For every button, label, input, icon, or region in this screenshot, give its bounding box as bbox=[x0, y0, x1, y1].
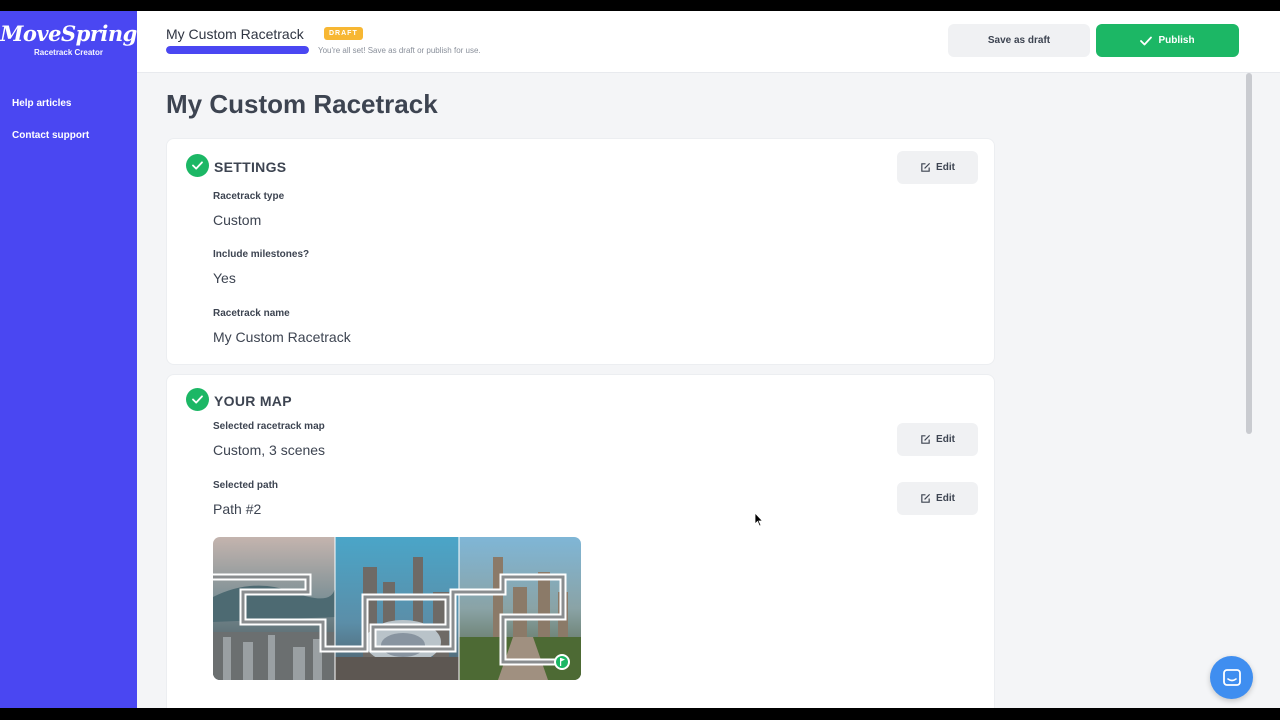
settings-card: SETTINGS Edit Racetrack type Custom Incl… bbox=[166, 138, 995, 365]
edit-label: Edit bbox=[936, 162, 955, 173]
progress-bar bbox=[166, 46, 309, 54]
sidebar: MoveSpring Racetrack Creator Help articl… bbox=[0, 11, 137, 708]
publish-button[interactable]: Publish bbox=[1096, 24, 1239, 57]
logo-subtitle: Racetrack Creator bbox=[34, 48, 103, 57]
field-value-racetrack-name: My Custom Racetrack bbox=[213, 329, 351, 345]
sidebar-link-help-articles[interactable]: Help articles bbox=[12, 98, 71, 109]
edit-path-button[interactable]: Edit bbox=[897, 482, 978, 515]
scrollbar-thumb[interactable] bbox=[1246, 73, 1252, 434]
field-label-racetrack-type: Racetrack type bbox=[213, 191, 285, 202]
field-value-selected-map: Custom, 3 scenes bbox=[213, 442, 326, 458]
edit-settings-button[interactable]: Edit bbox=[897, 151, 978, 184]
racetrack-title: My Custom Racetrack bbox=[166, 26, 304, 42]
app-frame: MoveSpring Racetrack Creator Help articl… bbox=[0, 11, 1280, 708]
sidebar-link-contact-support[interactable]: Contact support bbox=[12, 130, 89, 141]
field-value-selected-path: Path #2 bbox=[213, 501, 262, 517]
edit-icon bbox=[921, 493, 931, 503]
edit-map-button[interactable]: Edit bbox=[897, 423, 978, 456]
field-label-include-milestones: Include milestones? bbox=[213, 249, 310, 260]
edit-label: Edit bbox=[936, 434, 955, 445]
save-as-draft-button[interactable]: Save as draft bbox=[948, 24, 1090, 57]
save-as-draft-label: Save as draft bbox=[987, 35, 1051, 46]
top-bar: My Custom Racetrack DRAFT You're all set… bbox=[137, 11, 1280, 73]
check-icon bbox=[1140, 36, 1153, 45]
racetrack-map-preview bbox=[213, 537, 581, 680]
chat-icon bbox=[1222, 668, 1241, 686]
progress-message: You're all set! Save as draft or publish… bbox=[318, 46, 481, 55]
field-value-racetrack-type: Custom bbox=[213, 212, 262, 228]
flag-icon bbox=[554, 654, 570, 670]
section-title-settings: SETTINGS bbox=[214, 159, 287, 175]
section-title-your-map: YOUR MAP bbox=[214, 393, 292, 409]
field-label-racetrack-name: Racetrack name bbox=[213, 308, 290, 319]
page-title: My Custom Racetrack bbox=[166, 89, 438, 119]
chat-support-button[interactable] bbox=[1210, 656, 1253, 699]
map-card: YOUR MAP Selected racetrack map Custom, … bbox=[166, 374, 995, 708]
field-value-include-milestones: Yes bbox=[213, 270, 236, 286]
check-icon bbox=[186, 154, 209, 177]
progress-fill bbox=[166, 46, 309, 54]
edit-icon bbox=[921, 162, 931, 172]
edit-icon bbox=[921, 434, 931, 444]
logo-wordmark: MoveSpring bbox=[0, 21, 137, 46]
mouse-cursor-icon bbox=[754, 512, 764, 527]
edit-label: Edit bbox=[936, 493, 955, 504]
status-badge: DRAFT bbox=[324, 27, 363, 40]
logo: MoveSpring Racetrack Creator bbox=[0, 21, 137, 57]
check-icon bbox=[186, 388, 209, 411]
field-label-selected-map: Selected racetrack map bbox=[213, 421, 325, 432]
publish-label: Publish bbox=[1158, 35, 1195, 46]
field-label-selected-path: Selected path bbox=[213, 480, 279, 491]
